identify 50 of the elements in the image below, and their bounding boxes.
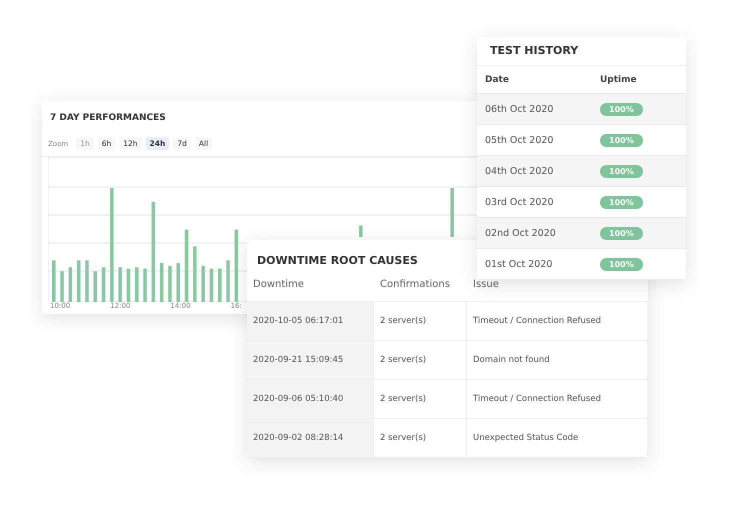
chart-bar [85,260,89,302]
table-cell: 2020-09-06 05:10:40 [247,380,374,419]
uptime-badge: 100% [600,102,643,116]
chart-bar [218,268,222,302]
table-cell: 2020-09-21 15:09:45 [247,341,374,380]
chart-bar [102,267,106,302]
uptime-badge: 100% [600,258,643,270]
column-header: Uptime [600,74,638,84]
chart-bar [193,246,197,302]
chart-bar [94,271,97,302]
chart-bar [60,271,64,302]
chart-bar [359,226,363,237]
table-cell: 2 server(s) [374,380,467,419]
chart-bar [135,267,138,302]
chart-bar [76,260,80,302]
chart-bar [160,263,164,302]
date-text: 03rd Oct 2020 [485,196,554,208]
chart-bar [226,260,230,302]
chart-bar [168,266,172,302]
date-text: 01st Oct 2020 [485,258,554,270]
table-cell: 2 server(s) [374,419,467,458]
chart-bar [52,260,56,302]
table-cell: 2 server(s) [374,302,467,341]
uptime-badge: 100% [600,196,643,208]
date-text: 02nd Oct 2020 [485,228,557,238]
date-text: 05th Oct 2020 [485,134,554,146]
chart-bar [126,268,130,302]
date-text: 06th Oct 2020 [485,104,554,114]
column-header: Date [485,74,510,84]
card-title: 7 DAY PERFORMANCES [49,112,167,125]
table-cell: Unexpected Status Code [467,419,648,458]
card-title: DOWNTIME ROOT CAUSES [257,254,418,267]
table-cell: 2 server(s) [374,341,467,380]
chart-bar [118,267,122,302]
table-cell: Timeout / Connection Refused [467,380,648,419]
chart-bar [210,268,214,302]
uptime-badge: 100% [600,226,643,240]
table-cell: Domain not found [467,341,648,380]
chart-bar [450,188,454,237]
card-title: TEST HISTORY [489,43,580,59]
uptime-badge: 100% [600,164,643,178]
uptime-badge: 100% [600,134,643,146]
chart-bar [176,263,180,302]
chart-bar [68,267,72,302]
table-cell: Timeout / Connection Refused [467,302,648,341]
chart-bar [143,268,147,302]
chart-bar [201,266,205,302]
table-cell: 2020-09-02 08:28:14 [247,419,374,458]
table-cell: 2020-10-05 06:17:01 [247,302,374,341]
date-text: 04th Oct 2020 [485,166,554,176]
